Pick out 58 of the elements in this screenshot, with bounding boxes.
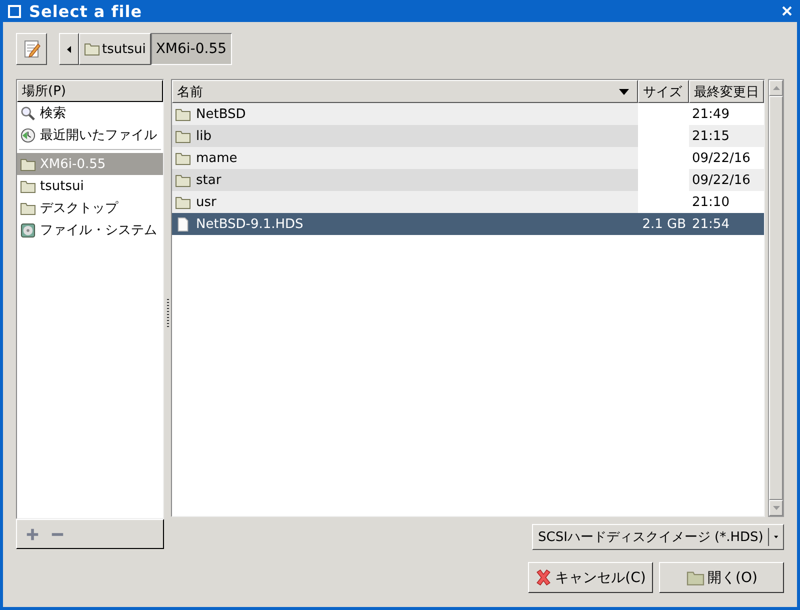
folder-icon [20,156,36,172]
modified-date: 09/22/16 [692,172,750,188]
place-item[interactable]: 検索 [17,102,163,124]
folder-icon [175,128,191,144]
file-row[interactable]: star 09/22/16 [172,169,764,191]
path-button[interactable]: tsutsui [79,33,151,65]
file-size: 2.1 GB [642,216,686,232]
folder-icon [20,178,36,194]
folder-icon [175,194,191,210]
file-icon [175,216,191,232]
search-icon [20,106,36,120]
places-header[interactable]: 場所(P) [17,80,163,102]
file-type-dropdown[interactable]: SCSIハードディスクイメージ (*.HDS) [532,524,784,550]
file-row[interactable]: lib 21:15 [172,125,764,147]
place-item[interactable]: ファイル・システム [17,219,163,241]
file-name: NetBSD-9.1.HDS [196,216,304,232]
place-item[interactable]: デスクトップ [17,197,163,219]
cross-icon [535,569,552,586]
file-name: usr [196,194,216,210]
dialog-button[interactable]: 開く(O) [659,562,784,593]
modified-date: 21:49 [692,106,730,122]
add-bookmark-icon[interactable] [25,526,40,542]
folder-icon [84,42,100,56]
file-name: lib [196,128,212,144]
edit-icon [22,39,42,59]
modified-date: 21:54 [692,216,730,232]
type-location-button[interactable] [16,33,47,65]
clock-icon [20,128,36,142]
scroll-left-button[interactable] [59,33,79,65]
window-title: Select a file [29,2,144,20]
folder-icon [686,570,705,586]
place-item[interactable]: 最近開いたファイル [17,124,163,146]
modified-date: 21:15 [692,128,730,144]
dropdown-arrow-icon [774,534,778,540]
file-name: NetBSD [196,106,246,122]
window-menu-icon[interactable] [8,4,21,18]
file-row[interactable]: NetBSD-9.1.HDS 2.1 GB 21:54 [172,213,764,235]
file-row[interactable]: mame 09/22/16 [172,147,764,169]
dialog-button[interactable]: キャンセル(C) [528,562,653,593]
sort-arrow-icon [619,88,629,94]
close-icon[interactable] [781,5,793,17]
disk-icon [20,222,36,238]
folder-icon [175,106,191,122]
place-item[interactable]: tsutsui [17,175,163,197]
file-row[interactable]: usr 21:10 [172,191,764,213]
path-button[interactable]: XM6i-0.55 [150,33,232,65]
file-name: star [196,172,222,188]
folder-icon [20,200,36,216]
folder-icon [175,172,191,188]
column-header[interactable]: 名前 [172,80,638,103]
file-row[interactable]: NetBSD 21:49 [172,103,764,125]
column-header[interactable]: 最終変更日 [689,80,764,103]
modified-date: 09/22/16 [692,150,750,166]
folder-icon [175,150,191,166]
column-header[interactable]: サイズ [638,80,689,103]
file-name: mame [196,150,238,166]
modified-date: 21:10 [692,194,730,210]
left-arrow-icon [67,46,71,52]
